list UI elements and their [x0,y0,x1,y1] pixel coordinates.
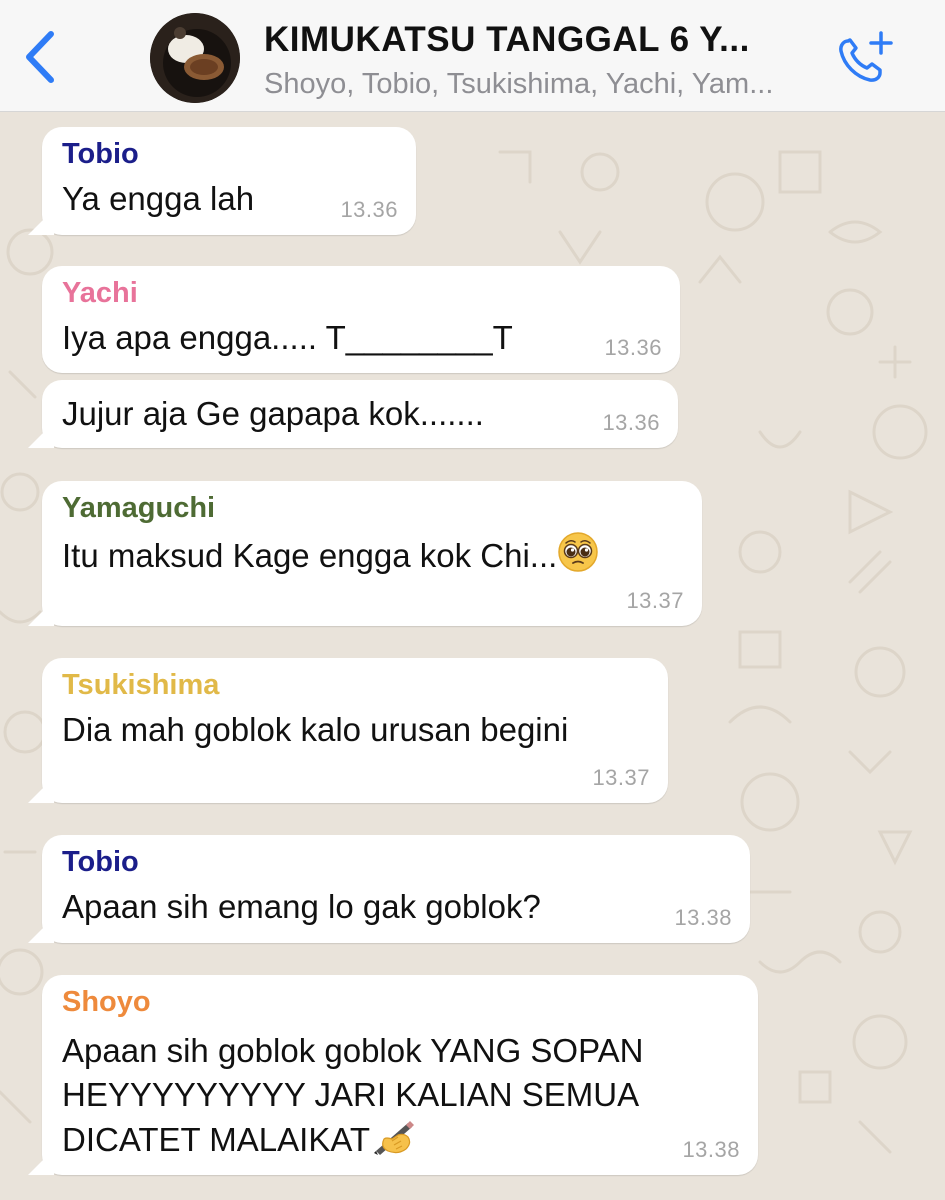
chat-header: KIMUKATSU TANGGAL 6 Y... Shoyo, Tobio, T… [0,0,945,112]
message-line: HEYYYYYYYYY JARI KALIAN SEMUA [62,1076,640,1113]
sender-name: Yamaguchi [62,492,216,524]
message-line-last: DICATET MALAIKAT [62,1117,738,1168]
message-bubble[interactable]: Tobio Ya engga lah 13.36 [42,127,416,235]
message-text: Apaan sih goblok goblok YANG SOPAN HEYYY… [62,1029,738,1168]
group-avatar[interactable] [150,13,240,103]
message-bubble[interactable]: Yachi Iya apa engga..... T________T 13.3… [42,266,680,373]
sender-name: Tobio [62,138,139,170]
sender-name: Yachi [62,277,138,309]
message-time: 13.37 [592,765,650,790]
phone-add-icon [839,31,893,82]
message-time: 13.38 [674,905,732,930]
message-text: Apaan sih emang lo gak goblok? [62,888,541,925]
message-time: 13.38 [682,1137,740,1162]
message-text: Itu maksud Kage engga kok Chi... [62,537,558,574]
message-text: Iya apa engga..... T________T [62,319,513,356]
message-bubble[interactable]: Tobio Apaan sih emang lo gak goblok? 13.… [42,835,750,943]
message-bubble[interactable]: Tsukishima Dia mah goblok kalo urusan be… [42,658,668,803]
message-text: Jujur aja Ge gapapa kok....... [62,395,484,432]
message-bubble[interactable]: Shoyo Apaan sih goblok goblok YANG SOPAN… [42,975,758,1175]
back-button[interactable] [18,28,62,86]
message-bubble[interactable]: Yamaguchi Itu maksud Kage engga kok Chi.… [42,481,702,626]
pleading-face-icon [557,531,599,584]
message-line: DICATET MALAIKAT [62,1121,371,1158]
message-time: 13.36 [604,335,662,360]
message-line: Apaan sih goblok goblok YANG SOPAN [62,1032,644,1069]
message-list[interactable]: Tobio Ya engga lah 13.36 Yachi Iya apa e… [0,112,945,1200]
writing-hand-icon [370,1117,418,1168]
message-line: Itu maksud Kage engga kok Chi... [62,531,682,584]
add-call-button[interactable] [832,28,898,88]
message-time: 13.36 [340,197,398,222]
chat-members: Shoyo, Tobio, Tsukishima, Yachi, Yam... [264,68,774,100]
message-bubble[interactable]: Jujur aja Ge gapapa kok....... 13.36 [42,380,678,448]
chat-screen: KIMUKATSU TANGGAL 6 Y... Shoyo, Tobio, T… [0,0,945,1200]
message-text: Dia mah goblok kalo urusan begini [62,711,569,748]
header-text[interactable]: KIMUKATSU TANGGAL 6 Y... Shoyo, Tobio, T… [264,20,824,101]
sender-name: Shoyo [62,986,151,1018]
chevron-left-icon [26,31,54,83]
food-photo-icon [150,13,240,103]
message-time: 13.37 [626,588,684,613]
chat-title: KIMUKATSU TANGGAL 6 Y... [264,20,750,59]
sender-name: Tsukishima [62,669,220,701]
sender-name: Tobio [62,846,139,878]
message-time: 13.36 [602,410,660,435]
